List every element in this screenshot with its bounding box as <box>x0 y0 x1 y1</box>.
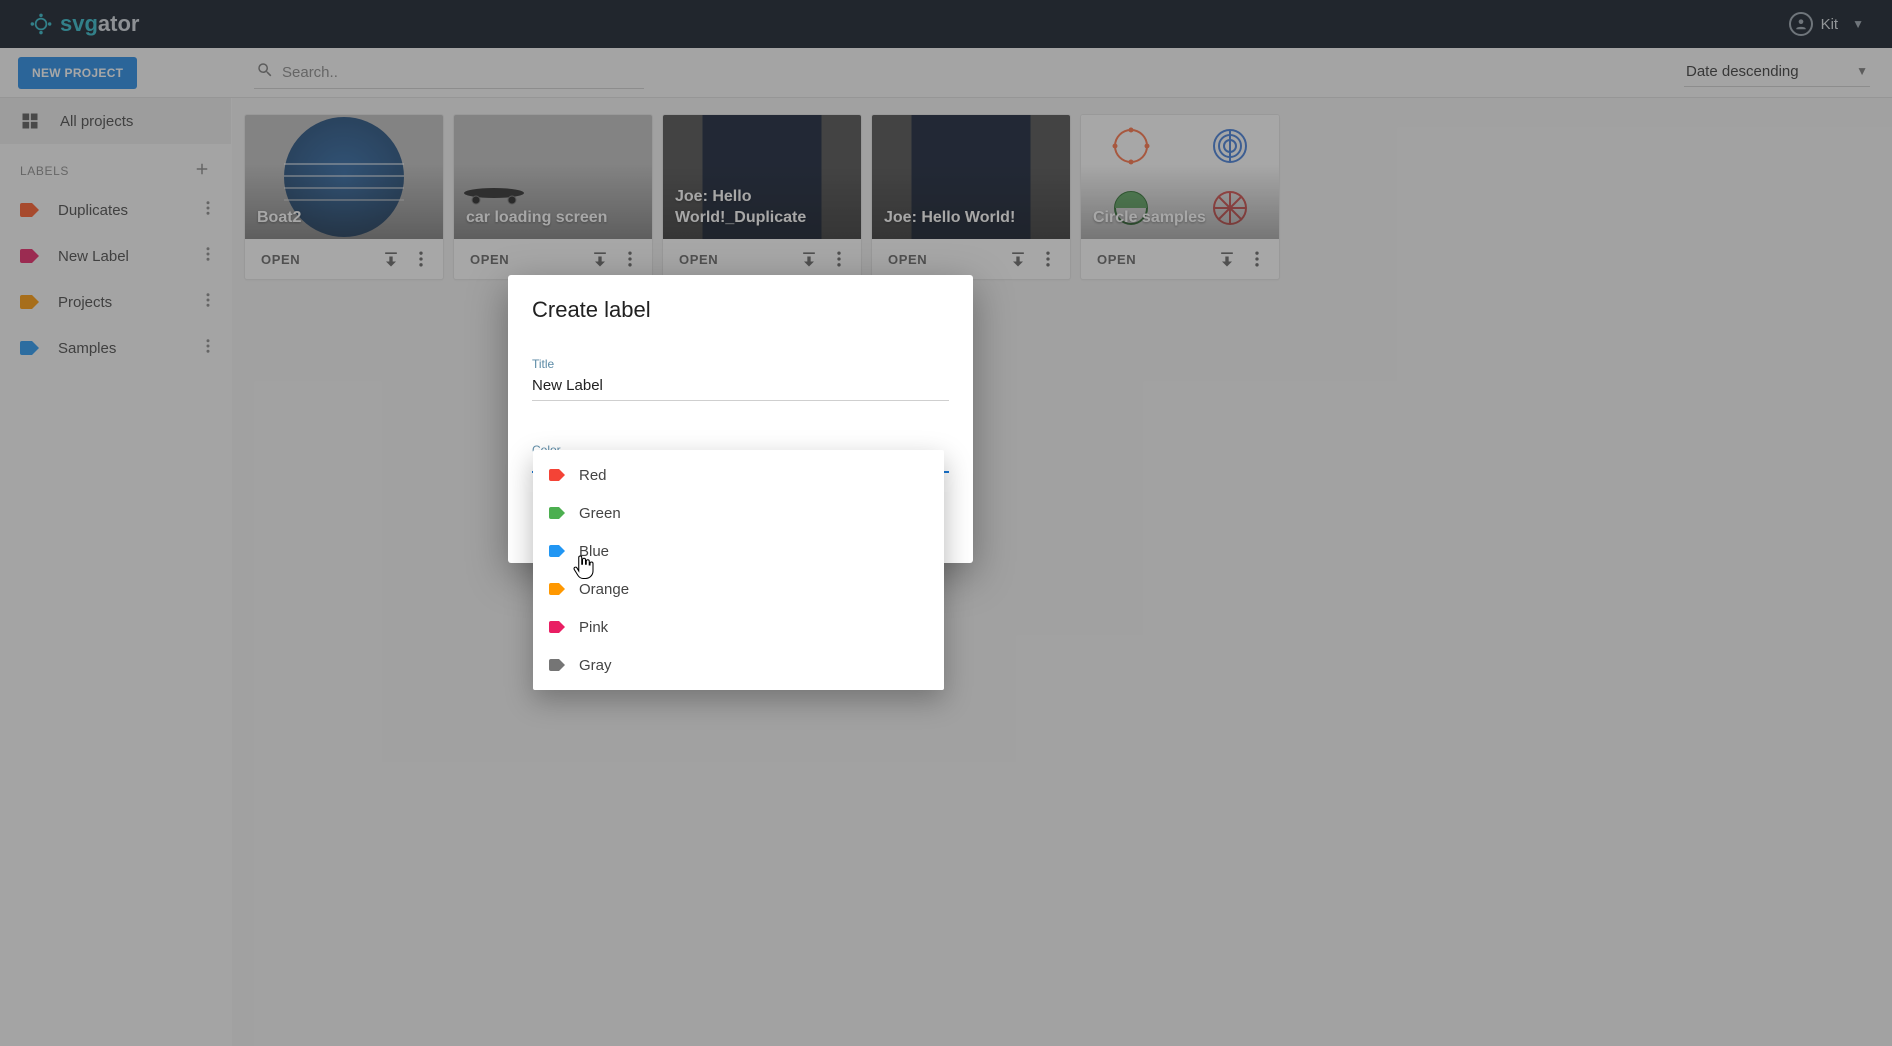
modal-heading: Create label <box>532 297 949 323</box>
tag-icon <box>549 583 565 595</box>
color-name: Blue <box>579 543 609 560</box>
title-input[interactable] <box>532 371 949 401</box>
color-option[interactable]: Red <box>533 456 944 494</box>
color-option[interactable]: Green <box>533 494 944 532</box>
color-name: Red <box>579 467 607 484</box>
color-option[interactable]: Orange <box>533 570 944 608</box>
color-name: Orange <box>579 581 629 598</box>
title-field-label: Title <box>532 357 949 371</box>
tag-icon <box>549 621 565 633</box>
color-option[interactable]: Gray <box>533 646 944 684</box>
color-name: Gray <box>579 657 612 674</box>
color-option[interactable]: Blue <box>533 532 944 570</box>
tag-icon <box>549 469 565 481</box>
tag-icon <box>549 507 565 519</box>
color-option[interactable]: Pink <box>533 608 944 646</box>
color-name: Green <box>579 505 621 522</box>
color-dropdown: Red Green Blue Orange Pink Gray <box>533 450 944 690</box>
color-name: Pink <box>579 619 608 636</box>
title-field-wrap: Title <box>532 357 949 401</box>
tag-icon <box>549 545 565 557</box>
tag-icon <box>549 659 565 671</box>
